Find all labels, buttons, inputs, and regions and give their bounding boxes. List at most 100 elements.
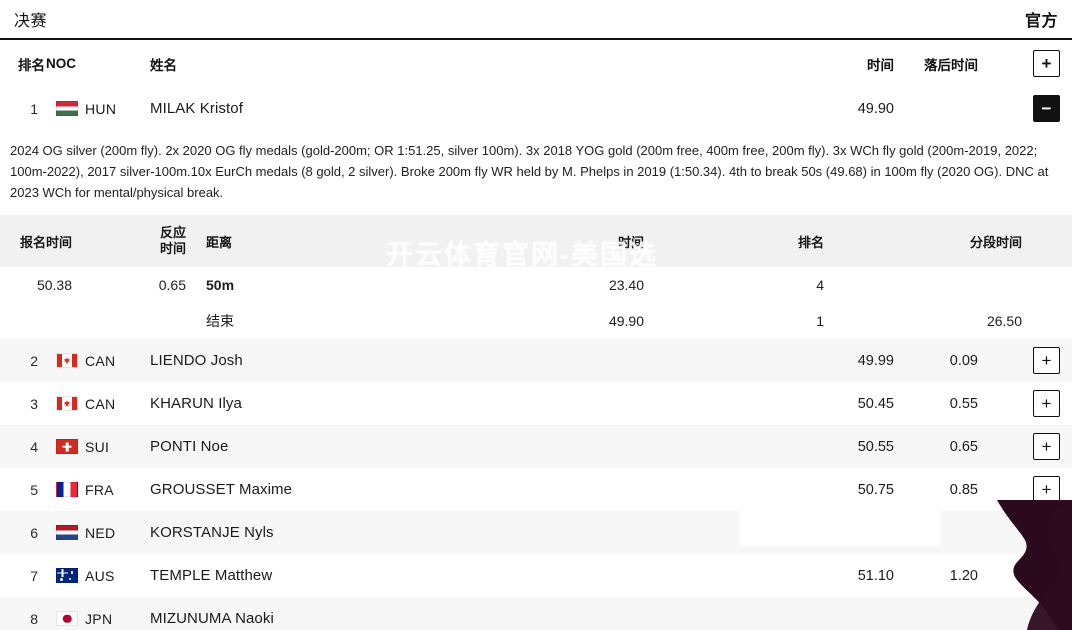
athlete-detail-row: 2024 OG silver (200m fly). 2x 2020 OG fl… <box>0 130 1072 339</box>
table-row[interactable]: 3 CAN KHARUN Ilya 50.45 0.55 + <box>0 382 1072 425</box>
noc-code: CAN <box>85 352 116 369</box>
athlete-name[interactable]: KHARUN Ilya <box>128 382 818 425</box>
splits-header-split-time: 分段时间 <box>848 215 1072 267</box>
athlete-time <box>818 597 904 630</box>
splits-row: 50.38 0.65 50m 23.40 4 <box>0 267 1072 303</box>
athlete-name[interactable]: TEMPLE Matthew <box>128 554 818 597</box>
noc-code: NED <box>85 524 116 541</box>
expand-row-button[interactable]: + <box>1033 390 1060 417</box>
table-row[interactable]: 5 FRA GROUSSET Maxime 50.75 0.85 + <box>0 468 1072 511</box>
athlete-name[interactable]: GROUSSET Maxime <box>128 468 818 511</box>
athlete-time: 49.99 <box>857 352 894 369</box>
athlete-rank: 2 <box>30 352 38 369</box>
header-expand-cell: + <box>990 40 1072 87</box>
noc-code: JPN <box>85 610 113 627</box>
athlete-noc: AUS <box>46 554 128 597</box>
athlete-noc: FRA <box>46 468 128 511</box>
detail-panel: 2024 OG silver (200m fly). 2x 2020 OG fl… <box>0 130 1072 339</box>
header-time: 时间 <box>867 57 894 73</box>
expand-all-button[interactable]: + <box>1033 50 1060 77</box>
athlete-gap: 0.55 <box>949 395 978 412</box>
flag-icon-jpn <box>56 611 78 626</box>
table-row[interactable]: 1 HUN MILAK Kristof 49.90 − <box>0 87 1072 130</box>
athlete-noc: NED <box>46 511 128 554</box>
header-noc: NOC <box>46 56 76 71</box>
splits-time: 23.40 <box>608 277 644 293</box>
noc-code: AUS <box>85 567 115 584</box>
athlete-time: 50.55 <box>857 438 894 455</box>
athlete-expand-cell: − <box>990 87 1072 130</box>
athlete-gap <box>904 511 990 554</box>
athlete-rank: 1 <box>30 100 38 117</box>
athlete-noc: HUN <box>46 87 128 130</box>
flag-icon-ned <box>56 525 78 540</box>
flag-icon-aus <box>56 568 78 583</box>
athlete-rank: 8 <box>30 610 38 627</box>
athlete-gap <box>904 597 990 630</box>
athlete-gap: 1.20 <box>949 567 978 584</box>
expand-row-button[interactable]: + <box>1033 433 1060 460</box>
athlete-noc: SUI <box>46 425 128 468</box>
collapse-row-button[interactable]: − <box>1033 95 1060 122</box>
athlete-time <box>818 511 904 554</box>
athlete-gap <box>904 87 990 130</box>
splits-rank: 4 <box>816 277 824 293</box>
athlete-rank: 5 <box>30 481 38 498</box>
flag-icon-fra <box>56 482 78 497</box>
athlete-rank: 4 <box>30 438 38 455</box>
splits-rank: 1 <box>816 313 824 329</box>
splits-row: 结束 49.90 1 26.50 <box>0 303 1072 339</box>
splits-distance: 50m <box>206 277 235 293</box>
athlete-name[interactable]: PONTI Noe <box>128 425 818 468</box>
splits-distance: 结束 <box>206 313 234 329</box>
flag-icon-sui <box>56 439 78 454</box>
expand-row-button[interactable]: + <box>1033 476 1060 503</box>
splits-reaction-time <box>130 303 192 339</box>
noc-code: SUI <box>85 438 110 455</box>
athlete-expand-cell: + <box>990 382 1072 425</box>
flag-icon-can <box>56 353 78 368</box>
header-rank: 排名 <box>18 57 45 73</box>
athlete-bio: 2024 OG silver (200m fly). 2x 2020 OG fl… <box>10 143 1049 200</box>
athlete-expand-cell <box>990 597 1072 630</box>
header-gap: 落后时间 <box>924 57 978 73</box>
athlete-name[interactable]: MIZUNUMA Naoki <box>128 597 818 630</box>
athlete-expand-cell: + <box>990 425 1072 468</box>
flag-icon-hun <box>56 101 78 116</box>
noc-code: FRA <box>85 481 114 498</box>
athlete-time: 50.45 <box>857 395 894 412</box>
noc-code: CAN <box>85 395 116 412</box>
results-header-row: 排名 NOC 姓名 时间 落后时间 + <box>0 40 1072 87</box>
results-page: 决赛 官方 排名 NOC 姓名 时间 落后时间 + 1 HUN MILAK Kris… <box>0 0 1072 630</box>
athlete-time: 51.10 <box>857 567 894 584</box>
athlete-name[interactable]: LIENDO Josh <box>128 339 818 382</box>
results-table: 排名 NOC 姓名 时间 落后时间 + 1 HUN MILAK Kristof 49.… <box>0 40 1072 630</box>
table-row[interactable]: 6 NED KORSTANJE Nyls <box>0 511 1072 554</box>
titlebar: 决赛 官方 <box>0 0 1072 40</box>
table-row[interactable]: 8 JPN MIZUNUMA Naoki <box>0 597 1072 630</box>
expand-row-button[interactable]: + <box>1033 347 1060 374</box>
splits-header-rank: 排名 <box>662 215 848 267</box>
splits-header-distance: 距离 <box>192 215 510 267</box>
athlete-gap: 0.65 <box>949 438 978 455</box>
athlete-expand-cell: + <box>990 339 1072 382</box>
table-row[interactable]: 2 CAN LIENDO Josh 49.99 0.09 + <box>0 339 1072 382</box>
athlete-rank: 6 <box>30 524 38 541</box>
athlete-noc: CAN <box>46 339 128 382</box>
athlete-expand-cell: + <box>990 468 1072 511</box>
athlete-noc: CAN <box>46 382 128 425</box>
athlete-name[interactable]: KORSTANJE Nyls <box>128 511 818 554</box>
table-row[interactable]: 7 AUS TEMPLE Matthew 51.10 1.20 <box>0 554 1072 597</box>
flag-icon-can <box>56 396 78 411</box>
splits-header-row: 报名时间 反应 时间 距离 时间 排名 分段时间 <box>0 215 1072 267</box>
athlete-gap: 0.85 <box>949 481 978 498</box>
splits-entry-time <box>0 303 130 339</box>
table-row[interactable]: 4 SUI PONTI Noe 50.55 0.65 + <box>0 425 1072 468</box>
athlete-gap: 0.09 <box>949 352 978 369</box>
athlete-name[interactable]: MILAK Kristof <box>128 87 818 130</box>
splits-entry-time: 50.38 <box>36 277 72 293</box>
athlete-expand-cell <box>990 511 1072 554</box>
splits-reaction-time: 0.65 <box>158 277 186 293</box>
athlete-noc: JPN <box>46 597 128 630</box>
splits-table: 报名时间 反应 时间 距离 时间 排名 分段时间 50.38 0.65 50m 23.40 4 结束 49… <box>0 215 1072 339</box>
